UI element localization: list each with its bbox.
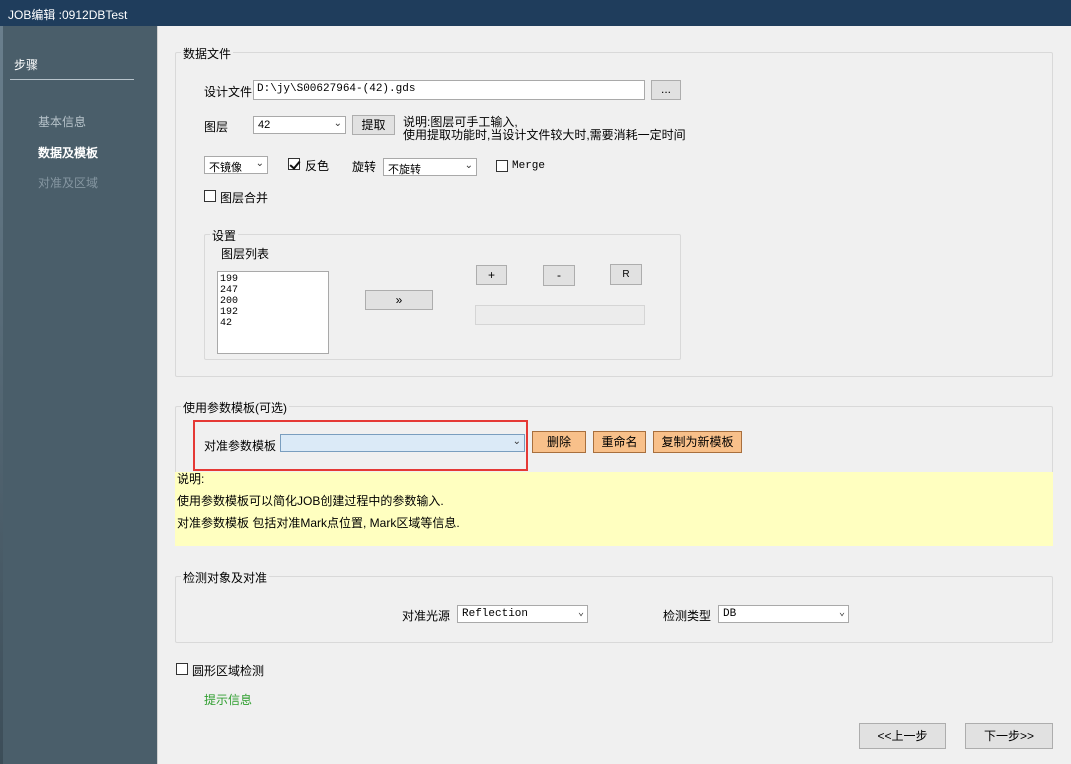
light-source-value: Reflection — [462, 608, 529, 620]
inspection-type-label: 检测类型 — [663, 609, 712, 623]
chevron-down-icon: ⌄ — [577, 608, 584, 619]
steps-header: 步骤 — [14, 58, 39, 72]
rename-template-button[interactable]: 重命名 — [593, 431, 646, 453]
title-bar: JOB编辑 :0912DBTest — [0, 0, 1071, 26]
light-source-select[interactable]: Reflection ⌄ — [457, 605, 588, 623]
reset-layer-button[interactable]: R — [610, 264, 642, 285]
list-item[interactable]: 192 — [220, 307, 326, 318]
next-step-button[interactable]: 下一步>> — [965, 723, 1053, 749]
settings-group-label: 设置 — [210, 227, 239, 244]
sidebar-item-basic-info[interactable]: 基本信息 — [38, 113, 86, 130]
add-layer-button[interactable]: + — [476, 265, 507, 285]
left-edge-stripe — [0, 26, 3, 764]
light-source-label: 对准光源 — [402, 609, 451, 623]
template-note-line2: 对准参数模板 包括对准Mark点位置, Mark区域等信息. — [177, 516, 460, 530]
inspection-group — [175, 576, 1053, 643]
progress-bar — [475, 305, 645, 325]
chevron-down-icon: ⌄ — [838, 608, 845, 619]
data-file-group-label: 数据文件 — [181, 45, 234, 62]
mirror-select[interactable]: 不镜像 ⌄ — [204, 156, 268, 174]
layer-merge-label: 图层合并 — [220, 191, 269, 205]
inspection-type-select[interactable]: DB ⌄ — [718, 605, 849, 623]
sidebar-item-align-region[interactable]: 对准及区域 — [38, 174, 98, 191]
circular-region-checkbox[interactable] — [176, 663, 188, 675]
highlight-box — [193, 420, 528, 471]
chevron-down-icon: ⌄ — [464, 160, 473, 171]
rotate-select-value: 不旋转 — [388, 164, 421, 176]
remove-layer-button[interactable]: - — [543, 265, 575, 286]
design-file-label: 设计文件 — [204, 85, 253, 99]
layer-select[interactable]: 42 ⌄ — [253, 116, 346, 134]
template-group-label: 使用参数模板(可选) — [181, 399, 289, 416]
list-item[interactable]: 42 — [220, 318, 326, 329]
inspection-type-value: DB — [723, 608, 737, 620]
layer-select-value: 42 — [258, 119, 271, 131]
copy-template-button[interactable]: 复制为新模板 — [653, 431, 742, 453]
steps-sidebar: 步骤 基本信息 数据及模板 对准及区域 — [0, 26, 157, 764]
layer-note-line1: 说明:图层可手工输入, — [403, 115, 518, 129]
template-note-panel — [175, 472, 1053, 546]
merge-label: Merge — [512, 160, 546, 172]
template-note-line1: 使用参数模板可以简化JOB创建过程中的参数输入. — [177, 494, 444, 508]
layer-list-label: 图层列表 — [221, 247, 270, 261]
layer-note-line2: 使用提取功能时,当设计文件较大时,需要消耗一定时间 — [403, 128, 686, 142]
template-note-title: 说明: — [177, 472, 205, 486]
design-file-input[interactable]: D:\jy\S00627964-(42).gds — [253, 80, 645, 100]
window-title: JOB编辑 :0912DBTest — [8, 8, 128, 22]
move-layer-button[interactable]: » — [365, 290, 433, 310]
list-item[interactable]: 199 — [220, 274, 326, 285]
prev-step-button[interactable]: <<上一步 — [859, 723, 946, 749]
sidebar-item-data-template[interactable]: 数据及模板 — [38, 144, 98, 161]
invert-checkbox[interactable] — [288, 158, 300, 170]
circular-region-label: 圆形区域检测 — [192, 664, 265, 678]
steps-divider — [10, 79, 134, 80]
inspection-group-label: 检测对象及对准 — [181, 569, 270, 586]
merge-checkbox[interactable] — [496, 160, 508, 172]
browse-button[interactable]: ... — [651, 80, 681, 100]
extract-button[interactable]: 提取 — [352, 115, 395, 135]
mirror-select-value: 不镜像 — [209, 162, 242, 174]
hint-text: 提示信息 — [204, 693, 253, 707]
chevron-down-icon: ⌄ — [255, 158, 264, 169]
chevron-down-icon: ⌄ — [333, 118, 342, 129]
list-item[interactable]: 200 — [220, 296, 326, 307]
list-item[interactable]: 247 — [220, 285, 326, 296]
rotate-select[interactable]: 不旋转 ⌄ — [383, 158, 477, 176]
layer-merge-checkbox[interactable] — [204, 190, 216, 202]
delete-template-button[interactable]: 删除 — [532, 431, 586, 453]
rotate-label: 旋转 — [352, 160, 377, 174]
layer-label: 图层 — [204, 120, 229, 134]
invert-label: 反色 — [305, 159, 330, 173]
layer-listbox[interactable]: 199 247 200 192 42 — [217, 271, 329, 354]
